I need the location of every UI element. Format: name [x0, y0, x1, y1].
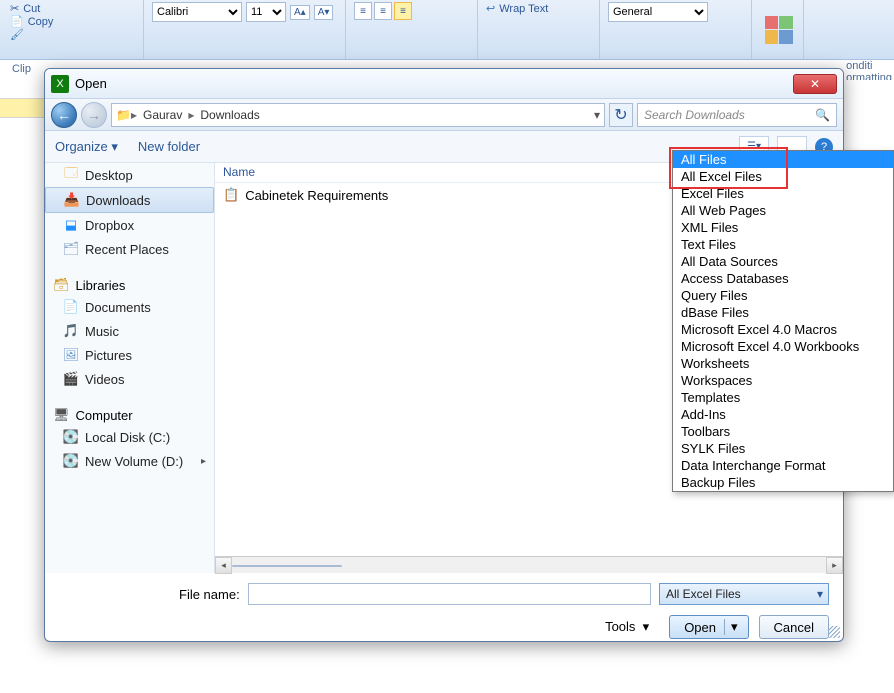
increase-font-icon[interactable]: A▴: [290, 5, 310, 20]
file-name: Cabinetek Requirements: [245, 188, 388, 203]
filetype-dropdown-list: All Files All Excel Files Excel Files Al…: [672, 150, 894, 492]
h-scrollbar[interactable]: ◂ ▸: [215, 556, 843, 573]
filename-row: File name: All Excel Files: [45, 573, 843, 611]
videos-icon: 🎬: [63, 371, 79, 387]
dialog-titlebar: X Open ✕: [45, 69, 843, 99]
downloads-icon: 📥: [64, 192, 80, 208]
sidebar-recent[interactable]: 🗂Recent Places: [45, 237, 214, 261]
filetype-option[interactable]: Add-Ins: [673, 406, 893, 423]
scroll-thumb[interactable]: [232, 565, 342, 567]
new-folder-button[interactable]: New folder: [138, 139, 200, 154]
organize-menu[interactable]: Organize ▾: [55, 139, 118, 155]
search-icon: 🔍: [815, 108, 830, 122]
filetype-option[interactable]: All Data Sources: [673, 253, 893, 270]
filetype-option[interactable]: Templates: [673, 389, 893, 406]
cut-icon: ✂: [10, 2, 19, 15]
breadcrumb[interactable]: 📁 ▸ Gaurav ▸ Downloads ▾: [111, 103, 605, 127]
sidebar-dropbox[interactable]: ⬓Dropbox: [45, 213, 214, 237]
forward-button[interactable]: →: [81, 102, 107, 128]
sidebar-local-c[interactable]: 💽Local Disk (C:): [45, 425, 214, 449]
music-icon: 🎵: [63, 323, 79, 339]
resize-grip[interactable]: [828, 626, 840, 638]
places-sidebar: 🗔Desktop 📥Downloads ⬓Dropbox 🗂Recent Pla…: [45, 163, 215, 573]
wrap-icon: ↩: [486, 2, 495, 15]
sidebar-desktop[interactable]: 🗔Desktop: [45, 163, 214, 187]
sidebar-computer[interactable]: 🖥Computer: [45, 401, 214, 425]
recent-icon: 🗂: [63, 241, 79, 257]
align-right-icon[interactable]: ≡: [394, 2, 412, 20]
sidebar-new-vol-d[interactable]: 💽New Volume (D:)▸: [45, 449, 214, 473]
nav-row: ← → 📁 ▸ Gaurav ▸ Downloads ▾ ↻ Search Do…: [45, 99, 843, 131]
filetype-option[interactable]: Text Files: [673, 236, 893, 253]
folder-nav-icon: 📁: [116, 108, 131, 122]
action-row: Tools ▾ Open▾ Cancel: [45, 611, 843, 642]
computer-icon: 🖥: [53, 407, 70, 423]
filetype-option[interactable]: All Web Pages: [673, 202, 893, 219]
filetype-option[interactable]: All Files: [673, 151, 893, 168]
scroll-right-button[interactable]: ▸: [826, 557, 843, 574]
filetype-option[interactable]: Worksheets: [673, 355, 893, 372]
filetype-option[interactable]: XML Files: [673, 219, 893, 236]
pictures-icon: 🖼: [63, 347, 79, 363]
filename-label: File name:: [179, 587, 240, 602]
sidebar-documents[interactable]: 📄Documents: [45, 295, 214, 319]
sidebar-pictures[interactable]: 🖼Pictures: [45, 343, 214, 367]
copy-icon: 📄: [10, 15, 24, 28]
excel-ribbon: ✂ Cut 📄 Copy 🖌 Calibri 11 A▴ A▾ ≡ ≡ ≡ ↩ Wra…: [0, 0, 894, 60]
back-button[interactable]: ←: [51, 102, 77, 128]
font-name-select[interactable]: Calibri: [152, 2, 242, 22]
dialog-title: Open: [75, 76, 107, 91]
sidebar-videos[interactable]: 🎬Videos: [45, 367, 214, 391]
filetype-option[interactable]: Access Databases: [673, 270, 893, 287]
excel-app-icon: X: [51, 75, 69, 93]
wrap-label[interactable]: Wrap Text: [499, 3, 548, 15]
filetype-option[interactable]: Backup Files: [673, 474, 893, 491]
filetype-select[interactable]: All Excel Files: [659, 583, 829, 605]
filetype-option[interactable]: Workspaces: [673, 372, 893, 389]
filetype-option[interactable]: Query Files: [673, 287, 893, 304]
scroll-left-button[interactable]: ◂: [215, 557, 232, 574]
crumb-downloads[interactable]: Downloads: [194, 108, 265, 122]
filetype-option[interactable]: Microsoft Excel 4.0 Macros: [673, 321, 893, 338]
number-format-select[interactable]: General: [608, 2, 708, 22]
desktop-icon: 🗔: [63, 167, 79, 183]
decrease-font-icon[interactable]: A▾: [314, 5, 334, 20]
sidebar-downloads[interactable]: 📥Downloads: [45, 187, 214, 213]
disk-d-icon: 💽: [63, 453, 79, 469]
clipboard-group-label: Clip: [12, 63, 31, 75]
filetype-option[interactable]: All Excel Files: [673, 168, 893, 185]
search-input[interactable]: Search Downloads 🔍: [637, 103, 837, 127]
search-placeholder: Search Downloads: [644, 108, 745, 122]
refresh-button[interactable]: ↻: [609, 103, 633, 127]
filetype-option[interactable]: Data Interchange Format: [673, 457, 893, 474]
file-icon: 📋: [223, 187, 239, 203]
paste-icon: 🖌: [10, 28, 24, 41]
libraries-icon: 🗃: [53, 277, 70, 293]
filetype-option[interactable]: Excel Files: [673, 185, 893, 202]
font-size-select[interactable]: 11: [246, 2, 286, 22]
close-button[interactable]: ✕: [793, 74, 837, 94]
align-left-icon[interactable]: ≡: [354, 2, 372, 20]
cancel-button[interactable]: Cancel: [759, 615, 829, 639]
open-button[interactable]: Open▾: [669, 615, 748, 639]
sidebar-music[interactable]: 🎵Music: [45, 319, 214, 343]
disk-c-icon: 💽: [63, 429, 79, 445]
tools-menu[interactable]: Tools ▾: [605, 619, 649, 635]
copy-label[interactable]: Copy: [28, 16, 54, 28]
filetype-option[interactable]: Toolbars: [673, 423, 893, 440]
filetype-option[interactable]: Microsoft Excel 4.0 Workbooks: [673, 338, 893, 355]
dropbox-icon: ⬓: [63, 217, 79, 233]
documents-icon: 📄: [63, 299, 79, 315]
filetype-option[interactable]: SYLK Files: [673, 440, 893, 457]
filename-input[interactable]: [248, 583, 651, 605]
align-center-icon[interactable]: ≡: [374, 2, 392, 20]
crumb-gaurav[interactable]: Gaurav: [137, 108, 188, 122]
cond-format-icon[interactable]: [765, 16, 793, 44]
sidebar-libraries[interactable]: 🗃Libraries: [45, 271, 214, 295]
open-split-icon[interactable]: ▾: [724, 619, 744, 635]
cut-label[interactable]: Cut: [23, 3, 40, 15]
filetype-option[interactable]: dBase Files: [673, 304, 893, 321]
